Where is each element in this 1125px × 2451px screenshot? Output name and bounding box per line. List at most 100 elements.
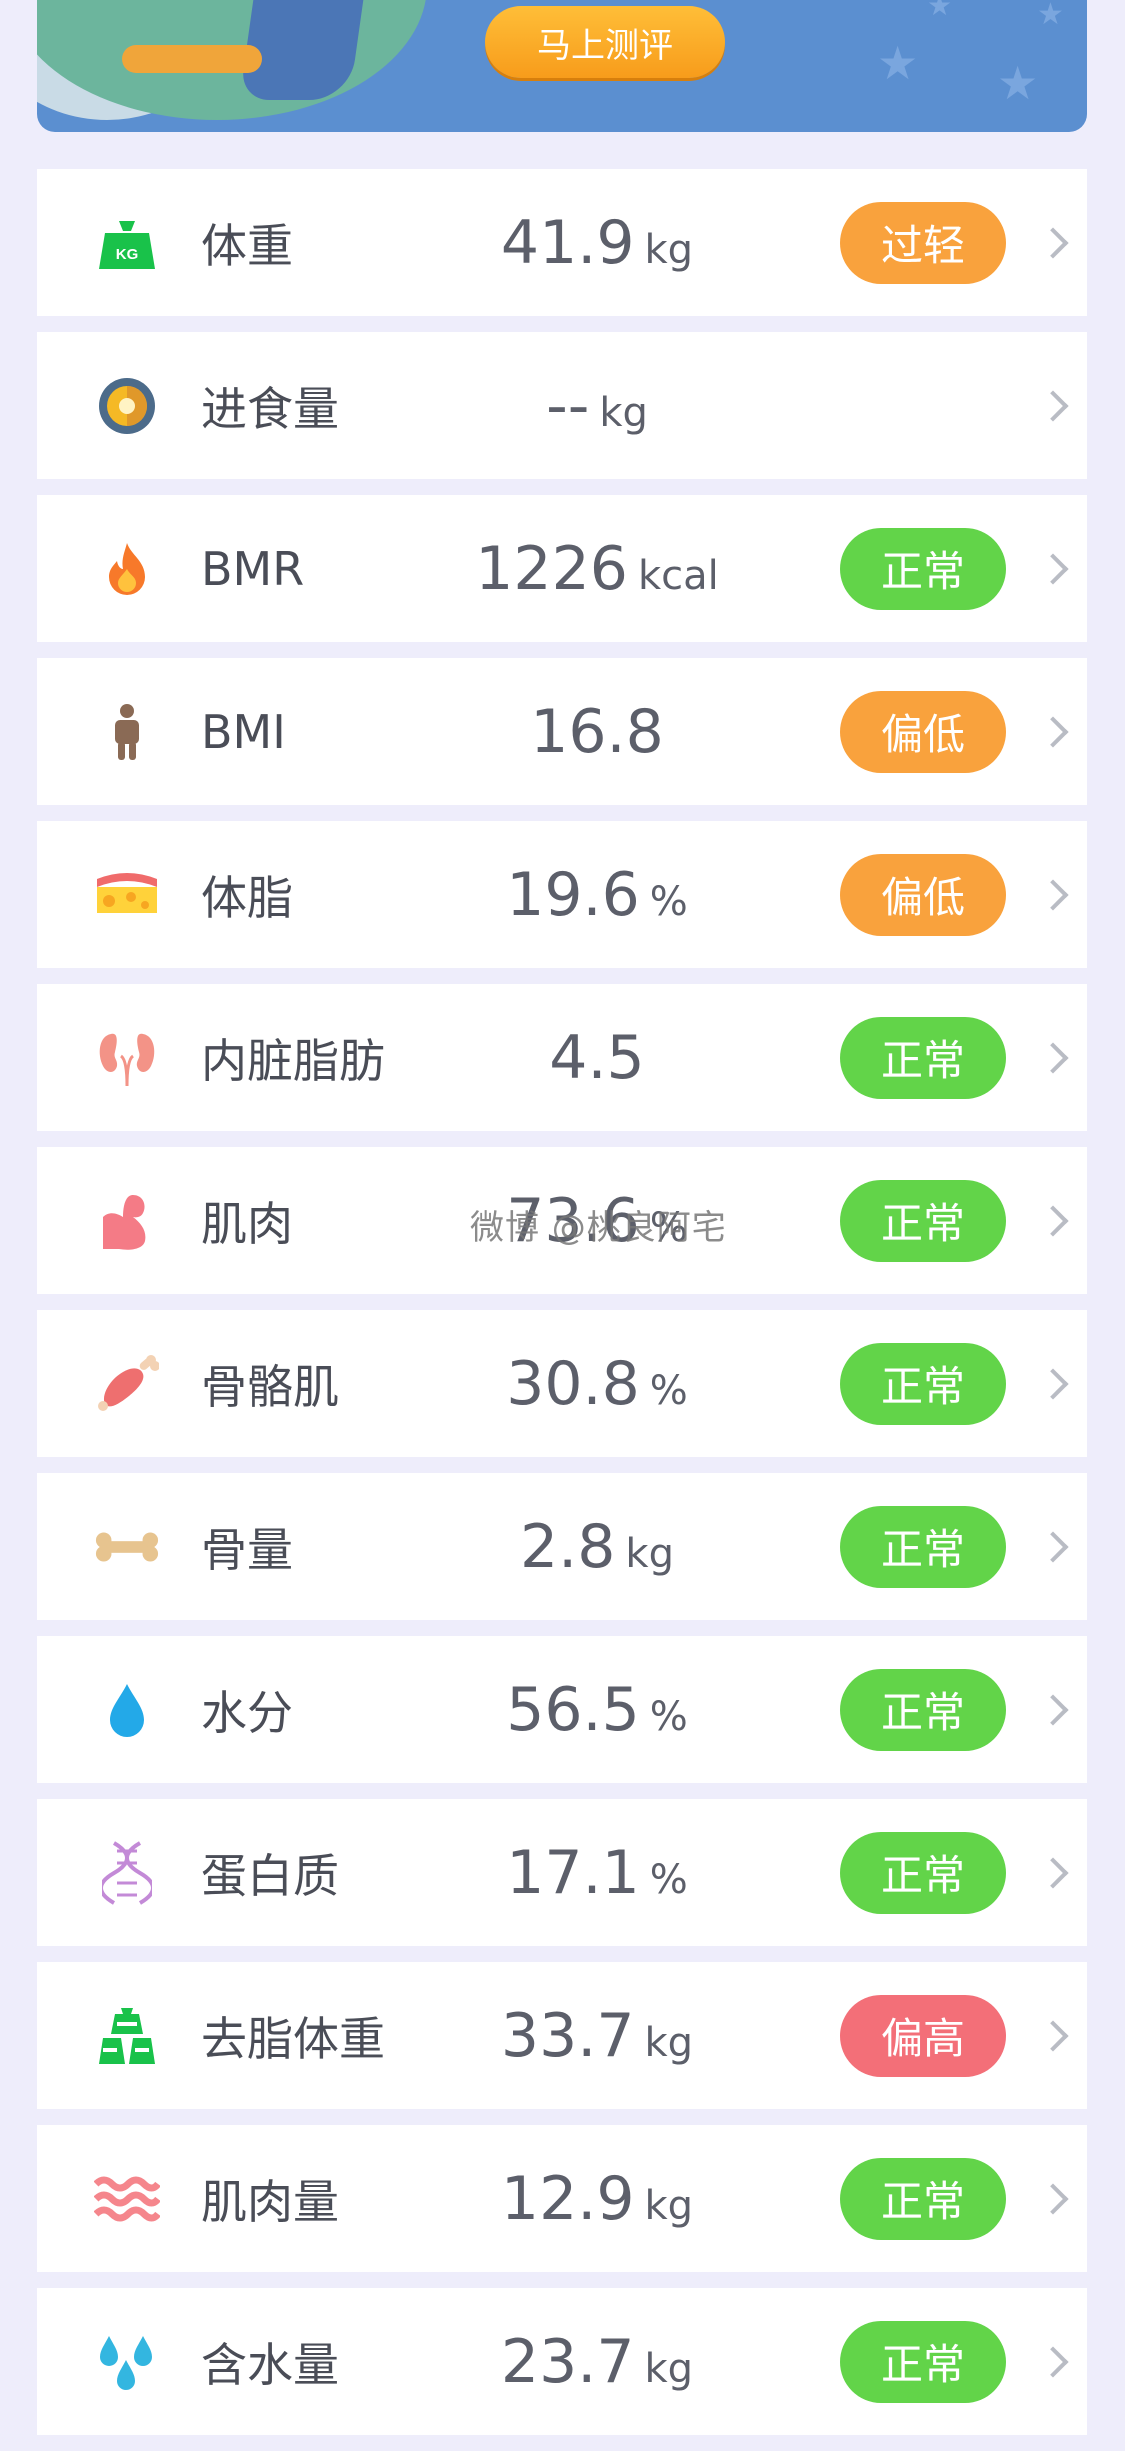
bicep-icon xyxy=(94,1188,160,1254)
metric-value: 16.8 xyxy=(387,697,807,767)
metric-label: BMI xyxy=(201,704,286,759)
meat-bone-icon xyxy=(94,1351,160,1417)
banner-cat-illustration xyxy=(122,45,262,73)
chevron-right-icon xyxy=(1037,1693,1069,1726)
metric-unit: % xyxy=(649,1367,688,1414)
watermark: 微博 @桃良阿宅 xyxy=(470,1208,727,1248)
metric-number: 23.7 xyxy=(500,2326,635,2397)
chevron-right-icon xyxy=(1037,552,1069,585)
metric-row-5[interactable]: 内脏脂肪 4.5 正常 xyxy=(37,984,1087,1131)
metric-value: 33.7 kg xyxy=(387,2001,807,2071)
metric-value: 17.1% xyxy=(387,1838,807,1908)
food-plate-icon xyxy=(94,373,160,439)
status-badge: 正常 xyxy=(840,1342,1006,1425)
metric-number: 56.5 xyxy=(506,1674,640,1745)
status-badge: 正常 xyxy=(840,2157,1006,2240)
start-assessment-button[interactable]: 马上测评 xyxy=(485,6,725,78)
status-badge: 正常 xyxy=(840,1505,1006,1588)
metric-unit: kg xyxy=(625,1530,674,1577)
metric-row-8[interactable]: 骨量 2.8 kg 正常 xyxy=(37,1473,1087,1620)
metric-row-2[interactable]: BMR 1226 kcal 正常 xyxy=(37,495,1087,642)
metric-number: 4.5 xyxy=(549,1022,645,1093)
chevron-right-icon xyxy=(1037,389,1069,422)
metric-unit: kg xyxy=(644,226,694,273)
metric-number: 1226 xyxy=(475,533,628,604)
metric-row-3[interactable]: BMI 16.8 偏低 xyxy=(37,658,1087,805)
metric-value: -- kg xyxy=(387,371,807,441)
metric-value: 19.6% xyxy=(387,860,807,930)
status-badge: 正常 xyxy=(840,527,1006,610)
metric-value: 30.8% xyxy=(387,1349,807,1419)
bone-icon xyxy=(94,1514,160,1580)
dna-icon xyxy=(94,1840,160,1906)
metric-number: -- xyxy=(546,370,590,441)
chevron-right-icon xyxy=(1037,2345,1069,2378)
chevron-right-icon xyxy=(1037,2182,1069,2215)
metric-row-10[interactable]: 蛋白质 17.1% 正常 xyxy=(37,1799,1087,1946)
fat-layer-icon xyxy=(94,862,160,928)
status-badge: 偏低 xyxy=(840,690,1006,773)
metric-label: 内脏脂肪 xyxy=(201,1033,385,1088)
metric-row-13[interactable]: 含水量 23.7 kg 正常 xyxy=(37,2288,1087,2435)
kg-weight-icon: KG xyxy=(94,210,160,276)
metric-number: 2.8 xyxy=(520,1511,616,1582)
chevron-right-icon xyxy=(1037,2019,1069,2052)
metric-row-12[interactable]: 肌肉量 12.9 kg 正常 xyxy=(37,2125,1087,2272)
metric-unit: kg xyxy=(599,389,648,436)
svg-text:KG: KG xyxy=(116,246,139,263)
chevron-right-icon xyxy=(1037,1856,1069,1889)
metric-label: BMR xyxy=(201,541,305,596)
status-badge: 偏高 xyxy=(840,1994,1006,2077)
status-badge: 偏低 xyxy=(840,853,1006,936)
metric-number: 19.6 xyxy=(506,859,640,930)
metric-label: 体重 xyxy=(201,218,293,273)
metric-unit: kg xyxy=(644,2019,694,2066)
metric-unit: kg xyxy=(644,2345,694,2392)
metric-number: 33.7 xyxy=(500,2000,635,2071)
metric-unit: % xyxy=(649,878,688,925)
metric-label: 骨量 xyxy=(201,1522,293,1577)
metric-value: 12.9 kg xyxy=(387,2164,807,2234)
metric-value: 41.9 kg xyxy=(387,208,807,278)
kidney-icon xyxy=(94,1025,160,1091)
star-icon: ★ xyxy=(927,0,953,22)
metric-row-11[interactable]: 去脂体重 33.7 kg 偏高 xyxy=(37,1962,1087,2109)
metric-row-4[interactable]: 体脂 19.6% 偏低 xyxy=(37,821,1087,968)
muscle-waves-icon xyxy=(94,2166,160,2232)
metric-value: 23.7 kg xyxy=(387,2327,807,2397)
status-badge: 过轻 xyxy=(840,201,1006,284)
metric-label: 肌肉 xyxy=(201,1196,293,1251)
metrics-list: KG 体重 41.9 kg 过轻 进食量 -- kg BMR 1226 kcal 正常 xyxy=(37,169,1087,2451)
metric-number: 16.8 xyxy=(530,696,664,767)
metric-row-7[interactable]: 骨骼肌 30.8% 正常 xyxy=(37,1310,1087,1457)
metric-unit: % xyxy=(649,1856,688,1903)
metric-value: 4.5 xyxy=(387,1023,807,1093)
person-icon xyxy=(94,699,160,765)
metric-unit: kcal xyxy=(637,552,719,599)
metric-number: 41.9 xyxy=(500,207,635,278)
metric-number: 17.1 xyxy=(506,1837,640,1908)
metric-row-0[interactable]: KG 体重 41.9 kg 过轻 xyxy=(37,169,1087,316)
water-drop-icon xyxy=(94,1677,160,1743)
metric-number: 30.8 xyxy=(506,1348,640,1419)
flame-icon xyxy=(94,536,160,602)
metric-label: 体脂 xyxy=(201,870,293,925)
assessment-banner: ★ ★ ★ ★ 马上测评 xyxy=(37,0,1087,132)
metric-number: 12.9 xyxy=(500,2163,635,2234)
metric-value: 56.5% xyxy=(387,1675,807,1745)
status-badge: 正常 xyxy=(840,1179,1006,1262)
status-badge: 正常 xyxy=(840,1831,1006,1914)
metric-row-1[interactable]: 进食量 -- kg xyxy=(37,332,1087,479)
chevron-right-icon xyxy=(1037,1367,1069,1400)
metric-unit: % xyxy=(649,1693,688,1740)
metric-row-9[interactable]: 水分 56.5% 正常 xyxy=(37,1636,1087,1783)
status-badge: 正常 xyxy=(840,1016,1006,1099)
status-badge: 正常 xyxy=(840,2320,1006,2403)
chevron-right-icon xyxy=(1037,1530,1069,1563)
metric-label: 肌肉量 xyxy=(201,2174,339,2229)
metric-value: 1226 kcal xyxy=(387,534,807,604)
star-icon: ★ xyxy=(877,36,919,90)
metric-unit: kg xyxy=(644,2182,694,2229)
metric-value: 2.8 kg xyxy=(387,1512,807,1582)
metric-label: 水分 xyxy=(201,1685,293,1740)
